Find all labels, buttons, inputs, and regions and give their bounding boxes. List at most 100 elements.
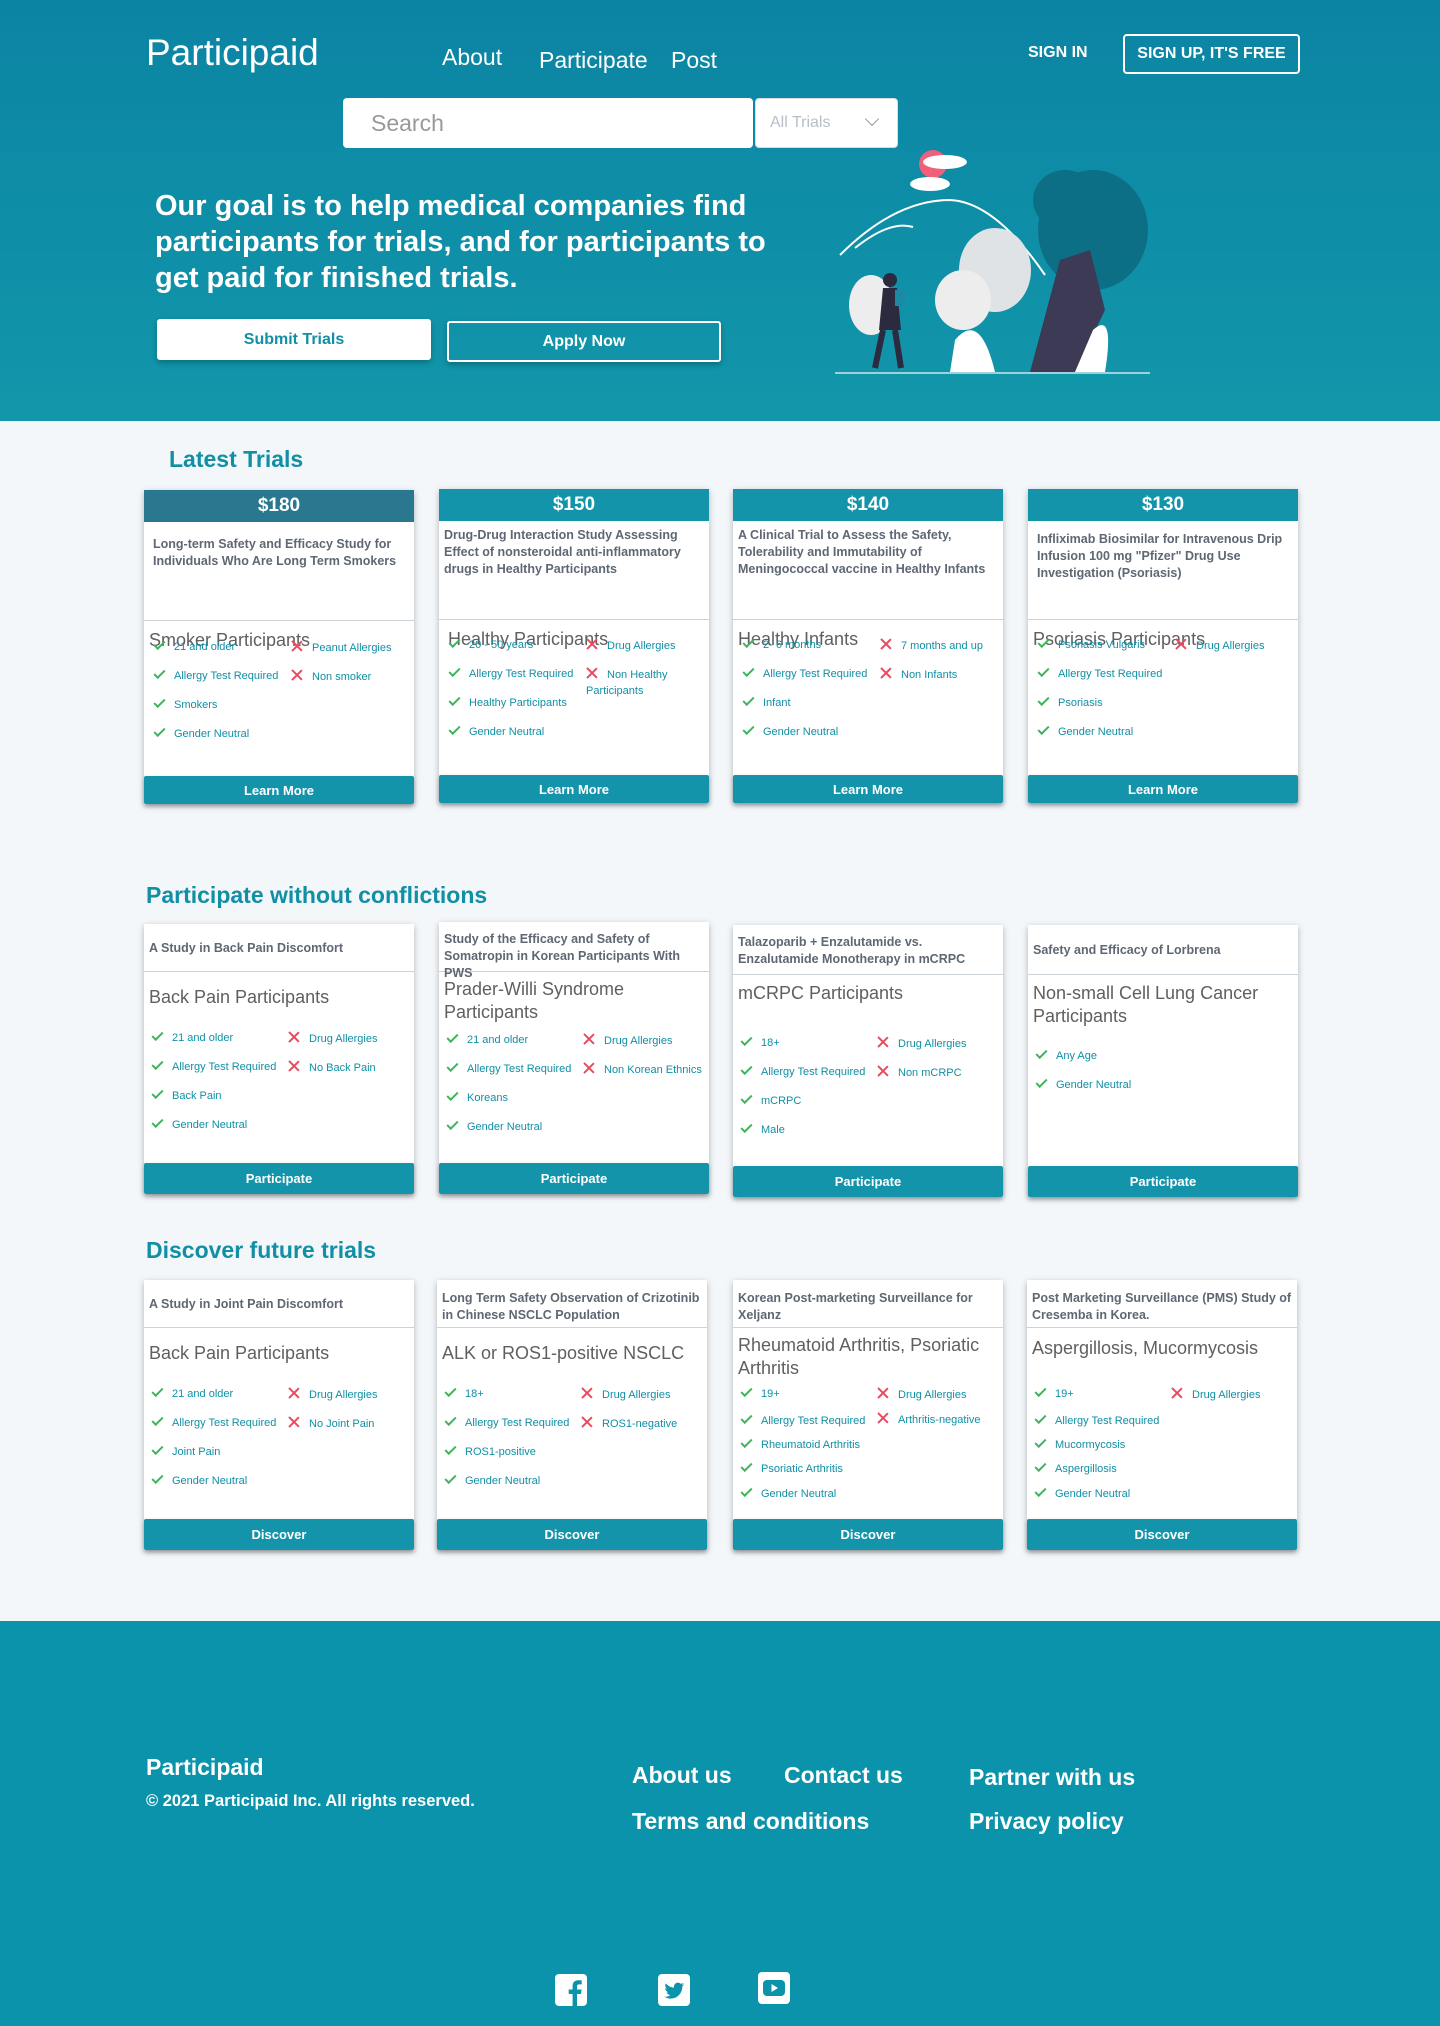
include-item: Allergy Test Required (740, 1411, 865, 1429)
learn-more-button[interactable]: Learn More (1028, 775, 1298, 803)
include-item: Gender Neutral (444, 1471, 540, 1489)
participate-card: Talazoparib + Enzalutamide vs. Enzalutam… (733, 925, 1003, 1197)
submit-trials-button[interactable]: Submit Trials (157, 319, 431, 360)
check-icon (1034, 1459, 1047, 1473)
trial-description: A Clinical Trial to Assess the Safety, T… (733, 521, 1003, 620)
trial-group: ALK or ROS1-positive NSCLC (442, 1343, 685, 1363)
learn-more-button[interactable]: Learn More (439, 775, 709, 803)
check-icon (1037, 635, 1050, 649)
trial-group: Back Pain Participants (149, 1343, 330, 1363)
include-item: Any Age (1035, 1046, 1097, 1064)
discover-button[interactable]: Discover (1027, 1519, 1297, 1550)
site-logo[interactable]: Participaid (146, 32, 319, 74)
cross-icon (581, 1387, 593, 1399)
participate-button[interactable]: Participate (439, 1163, 709, 1194)
nav-participate-link[interactable]: Participate (539, 47, 648, 74)
nav-about-link[interactable]: About (442, 44, 502, 71)
cross-icon (877, 1036, 889, 1048)
include-item: 21 and older (151, 1028, 233, 1046)
include-item: mCRPC (740, 1091, 801, 1109)
check-icon (446, 1059, 459, 1073)
include-item: Allergy Test Required (151, 1057, 276, 1075)
include-item: Gender Neutral (742, 722, 838, 740)
check-icon (446, 1088, 459, 1102)
check-icon (740, 1033, 753, 1047)
check-icon (742, 664, 755, 678)
exclude-item: No Joint Pain (288, 1415, 374, 1432)
include-item: Allergy Test Required (742, 664, 867, 682)
participate-card: Safety and Efficacy of Lorbrena Non-smal… (1028, 925, 1298, 1197)
exclude-item: Arthritis-negative (877, 1411, 981, 1428)
cross-icon (288, 1031, 300, 1043)
footer-privacy-link[interactable]: Privacy policy (969, 1808, 1124, 1835)
check-icon (151, 1471, 164, 1485)
footer-partner-link[interactable]: Partner with us (969, 1764, 1135, 1791)
include-item: Gender Neutral (740, 1484, 836, 1502)
footer-about-link[interactable]: About us (632, 1762, 732, 1789)
facebook-icon[interactable] (555, 1974, 587, 2006)
footer-terms-link[interactable]: Terms and conditions (632, 1808, 869, 1835)
learn-more-button[interactable]: Learn More (733, 775, 1003, 803)
discover-button[interactable]: Discover (733, 1519, 1003, 1550)
discover-button[interactable]: Discover (437, 1519, 707, 1550)
exclude-item: Drug Allergies (288, 1030, 377, 1047)
check-icon (742, 635, 755, 649)
check-icon (153, 724, 166, 738)
sign-in-link[interactable]: SIGN IN (1028, 44, 1088, 62)
cross-icon (586, 667, 598, 679)
check-icon (151, 1384, 164, 1398)
trial-group: Rheumatoid Arthritis, Psoriatic Arthriti… (738, 1335, 980, 1378)
cross-icon (583, 1062, 595, 1074)
hero-illustration (835, 150, 1150, 374)
include-item: ROS1-positive (444, 1442, 536, 1460)
participate-button[interactable]: Participate (733, 1166, 1003, 1197)
exclude-item: Drug Allergies (1171, 1386, 1260, 1403)
apply-now-button[interactable]: Apply Now (447, 321, 721, 362)
include-item: 19+ (1034, 1384, 1074, 1402)
trial-description: Drug-Drug Interaction Study Assessing Ef… (439, 521, 709, 620)
trial-card: $150 Drug-Drug Interaction Study Assessi… (439, 489, 709, 803)
footer-contact-link[interactable]: Contact us (784, 1762, 903, 1789)
nav-post-link[interactable]: Post (671, 47, 717, 74)
check-icon (151, 1057, 164, 1071)
youtube-icon[interactable] (758, 1972, 790, 2004)
twitter-icon[interactable] (658, 1974, 690, 2006)
check-icon (742, 693, 755, 707)
cross-icon (880, 667, 892, 679)
discover-card: A Study in Joint Pain Discomfort Back Pa… (144, 1280, 414, 1550)
check-icon (446, 1030, 459, 1044)
learn-more-button[interactable]: Learn More (144, 776, 414, 804)
include-item: Allergy Test Required (740, 1062, 865, 1080)
check-icon (151, 1413, 164, 1427)
check-icon (1034, 1484, 1047, 1498)
cross-icon (291, 640, 303, 652)
check-icon (1034, 1384, 1047, 1398)
include-item: Gender Neutral (446, 1117, 542, 1135)
check-icon (1037, 722, 1050, 736)
discover-card: Korean Post-marketing Surveillance for X… (733, 1280, 1003, 1550)
trial-description: Study of the Efficacy and Safety of Soma… (439, 922, 709, 980)
footer-brand[interactable]: Participaid (146, 1754, 264, 1781)
participate-button[interactable]: Participate (1028, 1166, 1298, 1197)
check-icon (740, 1091, 753, 1105)
trial-card: $140 A Clinical Trial to Assess the Safe… (733, 489, 1003, 803)
exclude-item: Non mCRPC (877, 1064, 962, 1081)
latest-trials-title: Latest Trials (169, 446, 304, 472)
discover-button[interactable]: Discover (144, 1519, 414, 1550)
include-item: 18+ (740, 1033, 780, 1051)
search-input[interactable] (343, 98, 753, 148)
check-icon (446, 1117, 459, 1131)
trial-price: $140 (733, 489, 1003, 521)
discover-section-title: Discover future trials (146, 1237, 377, 1263)
exclude-item: ROS1-negative (581, 1415, 677, 1432)
check-icon (153, 637, 166, 651)
check-icon (1037, 664, 1050, 678)
include-item: 21 and older (151, 1384, 233, 1402)
check-icon (1034, 1435, 1047, 1449)
participate-button[interactable]: Participate (144, 1163, 414, 1194)
cross-icon (581, 1416, 593, 1428)
sign-up-button[interactable]: SIGN UP, IT'S FREE (1123, 34, 1300, 74)
check-icon (153, 666, 166, 680)
trial-description: A Study in Back Pain Discomfort (144, 924, 414, 972)
check-icon (444, 1442, 457, 1456)
